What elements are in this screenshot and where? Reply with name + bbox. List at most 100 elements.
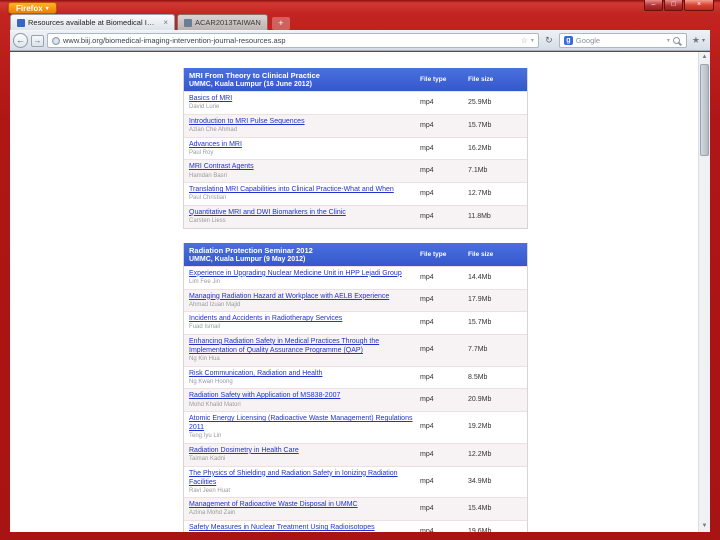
- resource-title-cell: Safety Measures in Nuclear Treatment Usi…: [189, 523, 420, 532]
- resource-link[interactable]: Managing Radiation Hazard at Workplace w…: [189, 292, 420, 301]
- file-type-cell: mp4: [420, 189, 434, 197]
- resource-link[interactable]: Enhancing Radiation Safety in Medical Pr…: [189, 337, 420, 355]
- bookmark-hollow-star-icon[interactable]: ☆: [521, 36, 528, 45]
- table-row: Enhancing Radiation Safety in Medical Pr…: [184, 333, 527, 366]
- reload-button[interactable]: ↻: [542, 33, 556, 48]
- back-button[interactable]: ←: [13, 33, 28, 48]
- toolbar-icons: ★ ▾: [690, 35, 707, 46]
- resource-link[interactable]: Incidents and Accidents in Radiotherapy …: [189, 314, 420, 323]
- resource-author: Ahmad Izuan Majid: [189, 301, 241, 308]
- forward-button[interactable]: →: [31, 34, 44, 47]
- resource-title-cell: Risk Communication, Radiation and Health…: [189, 369, 420, 386]
- file-type-cell: mp4: [420, 121, 434, 129]
- minimize-button[interactable]: –: [644, 0, 663, 11]
- page-scrollbar[interactable]: ▲ ▼: [698, 52, 710, 532]
- file-size-cell: 25.9Mb: [468, 99, 492, 107]
- file-type-cell: mp4: [420, 296, 434, 304]
- tab-label: ACAR2013TAIWAN: [195, 18, 261, 27]
- resource-author: Ng Kwan Hoong: [189, 378, 233, 385]
- file-type-cell: mp4: [420, 167, 434, 175]
- resource-link[interactable]: Basics of MRI: [189, 94, 420, 103]
- resource-link[interactable]: Advances in MRI: [189, 140, 420, 149]
- resource-title-cell: Introduction to MRI Pulse Sequences Azlan…: [189, 117, 420, 134]
- table-row: Radiation Safety with Application of MS8…: [184, 388, 527, 412]
- firefox-menu-label: Firefox: [16, 3, 43, 13]
- scroll-up-button[interactable]: ▲: [699, 52, 710, 63]
- resource-link[interactable]: Introduction to MRI Pulse Sequences: [189, 117, 420, 126]
- resource-link[interactable]: Translating MRI Capabilities into Clinic…: [189, 185, 420, 194]
- resource-title-cell: The Physics of Shielding and Radiation S…: [189, 469, 420, 495]
- bookmarks-dropdown-icon[interactable]: ▾: [702, 37, 705, 44]
- bookmarks-star-icon[interactable]: ★: [692, 35, 700, 46]
- url-dropdown-icon[interactable]: ▾: [531, 37, 534, 44]
- resource-link[interactable]: Radiation Dosimetry in Health Care: [189, 446, 420, 455]
- globe-icon: [52, 36, 60, 45]
- file-size-cell: 8.5Mb: [468, 373, 488, 381]
- search-dropdown-icon[interactable]: ▾: [667, 37, 670, 44]
- tab-close-icon[interactable]: ×: [163, 18, 168, 27]
- resource-author: Azlan Che Ahmad: [189, 127, 238, 134]
- resource-author: Fuad Ismail: [189, 324, 221, 331]
- file-type-cell: mp4: [420, 477, 434, 485]
- resource-link[interactable]: Quantitative MRI and DWI Biomarkers in t…: [189, 208, 420, 217]
- resource-title-cell: Basics of MRI David Lurie: [189, 94, 420, 111]
- search-magnifier-icon[interactable]: [672, 37, 680, 44]
- table-subtitle: UMMC, Kuala Lumpur (9 May 2012): [189, 255, 306, 263]
- resource-link[interactable]: MRI Contrast Agents: [189, 162, 420, 171]
- close-button[interactable]: ×: [684, 0, 714, 11]
- file-type-cell: mp4: [420, 373, 434, 381]
- resources-page: MRI From Theory to Clinical Practice UMMC…: [183, 68, 528, 532]
- file-type-cell: mp4: [420, 273, 434, 281]
- resource-author: Paul Christian: [189, 195, 227, 202]
- file-type-cell: mp4: [420, 319, 434, 327]
- file-size-cell: 15.7Mb: [468, 121, 492, 129]
- firefox-menu-button[interactable]: Firefox ▾: [8, 2, 57, 14]
- file-size-column-header: File size: [468, 76, 494, 84]
- resource-link[interactable]: Radiation Safety with Application of MS8…: [189, 391, 420, 400]
- scrollbar-thumb[interactable]: [700, 64, 709, 156]
- resource-link[interactable]: Safety Measures in Nuclear Treatment Usi…: [189, 523, 420, 532]
- resource-link[interactable]: Management of Radioactive Waste Disposal…: [189, 500, 420, 509]
- scroll-down-button[interactable]: ▼: [699, 521, 710, 532]
- tab-acar2013taiwan[interactable]: ACAR2013TAIWAN: [177, 14, 268, 30]
- resource-author: Azlina Mohd Zain: [189, 510, 236, 517]
- url-bar[interactable]: www.biij.org/biomedical-imaging-interven…: [47, 33, 539, 48]
- table-row: Translating MRI Capabilities into Clinic…: [184, 182, 527, 205]
- table-row: Management of Radioactive Waste Disposal…: [184, 497, 527, 521]
- maximize-button[interactable]: □: [664, 0, 683, 11]
- file-size-cell: 34.9Mb: [468, 477, 492, 485]
- resource-author: David Lurie: [189, 104, 220, 111]
- table-title-block: Radiation Protection Seminar 2012 UMMC, K…: [189, 246, 420, 263]
- resource-title-cell: Incidents and Accidents in Radiotherapy …: [189, 314, 420, 331]
- resource-author: Lim Fee Jin: [189, 278, 221, 285]
- tab-label: Resources available at Biomedical Im...: [28, 18, 159, 27]
- chevron-down-icon: ▾: [45, 5, 49, 12]
- file-type-cell: mp4: [420, 144, 434, 152]
- table-row: MRI Contrast Agents Hamdan Basri mp4 7.1Mb: [184, 159, 527, 183]
- resource-author: Ravi Jeen Huat: [189, 487, 231, 494]
- file-type-cell: mp4: [420, 99, 434, 107]
- table-row: Safety Measures in Nuclear Treatment Usi…: [184, 520, 527, 532]
- table-title: Radiation Protection Seminar 2012: [189, 245, 313, 255]
- resource-link[interactable]: The Physics of Shielding and Radiation S…: [189, 469, 420, 487]
- tab-favicon-icon: [17, 18, 25, 27]
- url-text: www.biij.org/biomedical-imaging-interven…: [63, 36, 286, 45]
- search-bar[interactable]: g Google ▾: [558, 33, 687, 48]
- resource-title-cell: Quantitative MRI and DWI Biomarkers in t…: [189, 208, 420, 225]
- file-size-cell: 7.1Mb: [468, 167, 488, 175]
- table-row: Radiation Dosimetry in Health Care Taiman…: [184, 442, 527, 466]
- file-type-cell: mp4: [420, 450, 434, 458]
- table-title-block: MRI From Theory to Clinical Practice UMMC…: [189, 71, 420, 88]
- new-tab-button[interactable]: +: [271, 17, 290, 30]
- tab-resources[interactable]: Resources available at Biomedical Im... …: [10, 14, 175, 30]
- resource-link[interactable]: Experience in Upgrading Nuclear Medicine…: [189, 269, 420, 278]
- table-subtitle: UMMC, Kuala Lumpur (16 June 2012): [189, 81, 312, 89]
- file-size-cell: 17.9Mb: [468, 296, 492, 304]
- resource-author: Carsten Liess: [189, 217, 226, 224]
- resource-link[interactable]: Atomic Energy Licensing (Radioactive Was…: [189, 414, 420, 432]
- resource-author: Mohd Khalid Matori: [189, 401, 241, 408]
- table-row: Advances in MRI Paul Roy mp4 16.2Mb: [184, 136, 527, 160]
- file-size-cell: 15.4Mb: [468, 505, 492, 513]
- table-row: Introduction to MRI Pulse Sequences Azlan…: [184, 114, 527, 137]
- resource-link[interactable]: Risk Communication, Radiation and Health: [189, 369, 420, 378]
